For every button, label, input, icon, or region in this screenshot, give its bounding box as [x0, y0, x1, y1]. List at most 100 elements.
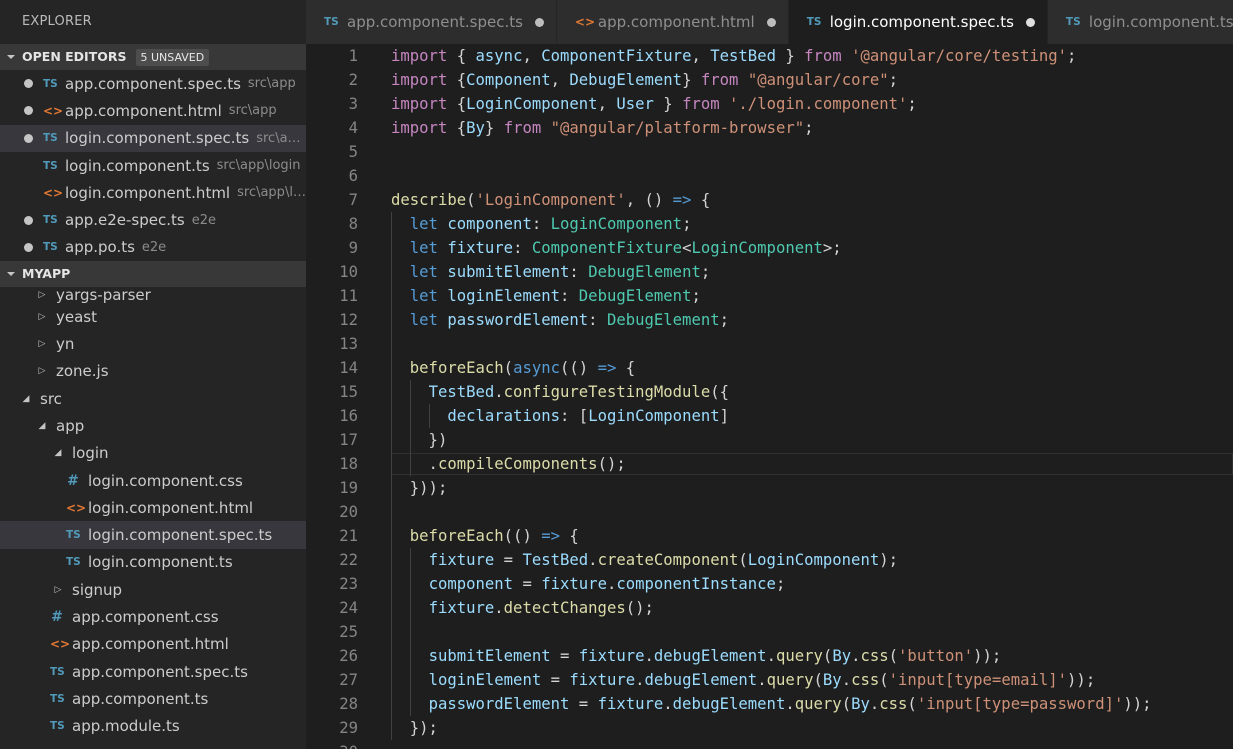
code-token: 'LoginComponent': [475, 191, 626, 209]
code-line[interactable]: 29 });: [306, 716, 1233, 740]
code-token: 'input[type=email]': [888, 671, 1068, 689]
code-token: ;: [700, 263, 711, 281]
unsaved-dot-icon[interactable]: [766, 17, 776, 27]
tree-file[interactable]: TS app.component.spec.ts: [0, 658, 306, 685]
code-line[interactable]: 18 .compileComponents();: [306, 452, 1233, 476]
editor-tab[interactable]: TS login.component.spec.ts: [788, 0, 1048, 44]
code-token: loginElement: [428, 671, 542, 689]
open-editor-item[interactable]: TS login.component.ts src\app\login: [0, 152, 306, 179]
unsaved-dot-icon[interactable]: [1025, 17, 1035, 27]
open-editor-item[interactable]: TS app.component.spec.ts src\app: [0, 70, 306, 97]
open-editor-path: src\app\lo...: [237, 185, 306, 201]
tree-file[interactable]: # login.component.css: [0, 467, 306, 494]
code-line[interactable]: 27 loginElement = fixture.debugElement.q…: [306, 668, 1233, 692]
tree-file[interactable]: TS login.component.ts: [0, 549, 306, 576]
code-line[interactable]: 3 import {LoginComponent, User } from './…: [306, 92, 1233, 116]
unsaved-dot-icon[interactable]: [534, 17, 544, 27]
code-token: submitElement: [447, 263, 570, 281]
code-line[interactable]: 24 fixture.detectChanges();: [306, 596, 1233, 620]
code-line[interactable]: 16 declarations: [LoginComponent]: [306, 404, 1233, 428]
tree-folder[interactable]: ▷ yn: [0, 330, 306, 357]
code-token: DebugElement: [578, 287, 692, 305]
code-token: beforeEach: [409, 359, 504, 377]
code-line[interactable]: 7 describe('LoginComponent', () => {: [306, 188, 1233, 212]
code-token: By: [832, 647, 852, 665]
code-token: }: [484, 119, 504, 137]
code-token: ,: [597, 95, 617, 113]
code-token: ;: [775, 575, 786, 593]
code-line[interactable]: 9 let fixture: ComponentFixture<LoginCom…: [306, 236, 1233, 260]
code-line[interactable]: 17 }): [306, 428, 1233, 452]
open-editor-item[interactable]: <> login.component.html src\app\lo...: [0, 179, 306, 206]
code-line[interactable]: 19 }));: [306, 476, 1233, 500]
editor-tab[interactable]: <> app.component.html: [556, 0, 789, 44]
code-line[interactable]: 4 import {By} from "@angular/platform-bro…: [306, 116, 1233, 140]
tree-folder[interactable]: ▷ zone.js: [0, 358, 306, 385]
tree-folder[interactable]: ◢ src: [0, 385, 306, 412]
code-token: import: [391, 71, 448, 89]
code-line[interactable]: 23 component = fixture.componentInstance…: [306, 572, 1233, 596]
tree-folder[interactable]: ▷ signup: [0, 576, 306, 603]
code-line[interactable]: 13: [306, 332, 1233, 356]
unsaved-badge: 5 UNSAVED: [135, 48, 210, 66]
code-line[interactable]: 28 passwordElement = fixture.debugElemen…: [306, 692, 1233, 716]
code-token: (: [822, 647, 833, 665]
open-editors-header[interactable]: OPEN EDITORS 5 UNSAVED: [0, 44, 306, 70]
css-file-icon: #: [67, 472, 79, 489]
tree-item-label: app: [56, 416, 85, 435]
tree-file[interactable]: TS app.component.ts: [0, 685, 306, 712]
tree-folder[interactable]: ◢ login: [0, 440, 306, 467]
open-editor-item[interactable]: TS login.component.spec.ts src\app...: [0, 124, 306, 152]
code-token: =: [550, 647, 579, 665]
code-text: passwordElement = fixture.debugElement.q…: [391, 692, 1152, 716]
code-line[interactable]: 11 let loginElement: DebugElement;: [306, 284, 1233, 308]
tree-file[interactable]: # app.component.css: [0, 603, 306, 630]
tree-file[interactable]: <> app.component.html: [0, 631, 306, 658]
indent-guide: [391, 212, 392, 740]
open-editor-path: src\app...: [256, 130, 306, 146]
file-tree: ▷ yargs-parser ▷ yeast ▷ yn ▷ zone.js ◢ src ◢ app ◢ l…: [0, 287, 306, 740]
open-editor-item[interactable]: <> app.component.html src\app: [0, 97, 306, 124]
code-line[interactable]: 22 fixture = TestBed.createComponent(Log…: [306, 548, 1233, 572]
code-line[interactable]: 8 let component: LoginComponent;: [306, 212, 1233, 236]
code-line[interactable]: 12 let passwordElement: DebugElement;: [306, 308, 1233, 332]
ts-file-icon: TS: [1065, 16, 1081, 28]
code-line[interactable]: 26 submitElement = fixture.debugElement.…: [306, 644, 1233, 668]
tree-item-label: zone.js: [56, 362, 109, 381]
code-line[interactable]: 10 let submitElement: DebugElement;: [306, 260, 1233, 284]
open-editor-item[interactable]: TS app.po.ts e2e: [0, 234, 306, 261]
code-line[interactable]: 25: [306, 620, 1233, 644]
code-line[interactable]: 6: [306, 164, 1233, 188]
code-editor[interactable]: 1 import { async, ComponentFixture, TestB…: [306, 44, 1233, 749]
tree-folder[interactable]: ▷ yargs-parser: [0, 287, 306, 303]
code-token: ();: [597, 455, 626, 473]
tree-file[interactable]: <> login.component.html: [0, 494, 306, 521]
code-token: createComponent: [597, 551, 739, 569]
code-line[interactable]: 15 TestBed.configureTestingModule({: [306, 380, 1233, 404]
tree-item-label: login.component.html: [88, 498, 254, 517]
open-editor-item[interactable]: TS app.e2e-spec.ts e2e: [0, 206, 306, 233]
code-line[interactable]: 14 beforeEach(async(() => {: [306, 356, 1233, 380]
tree-item-label: app.component.html: [72, 635, 229, 654]
code-line[interactable]: 5: [306, 140, 1233, 164]
tree-item-label: login.component.spec.ts: [88, 526, 273, 545]
code-token: .: [841, 671, 852, 689]
code-text: import {LoginComponent, User } from './l…: [391, 92, 917, 116]
chevron-down-icon: [7, 272, 15, 277]
code-token: let: [409, 239, 438, 257]
code-token: './login.component': [729, 95, 908, 113]
code-line[interactable]: 21 beforeEach(() => {: [306, 524, 1233, 548]
code-line[interactable]: 20: [306, 500, 1233, 524]
tree-folder[interactable]: ◢ app: [0, 412, 306, 439]
tree-file[interactable]: TS login.component.spec.ts: [0, 521, 306, 549]
editor-tab[interactable]: TS app.component.spec.ts: [306, 0, 557, 44]
code-line[interactable]: 30: [306, 740, 1233, 749]
code-line[interactable]: 2 import {Component, DebugElement} from "…: [306, 68, 1233, 92]
tree-folder[interactable]: ▷ yeast: [0, 303, 306, 330]
tree-file[interactable]: TS app.module.ts: [0, 713, 306, 740]
code-line[interactable]: 1 import { async, ComponentFixture, TestB…: [306, 44, 1233, 68]
html-file-icon: <>: [43, 185, 64, 200]
myapp-header[interactable]: MYAPP: [0, 261, 306, 288]
editor-tab[interactable]: TS login.component.ts: [1047, 0, 1233, 44]
